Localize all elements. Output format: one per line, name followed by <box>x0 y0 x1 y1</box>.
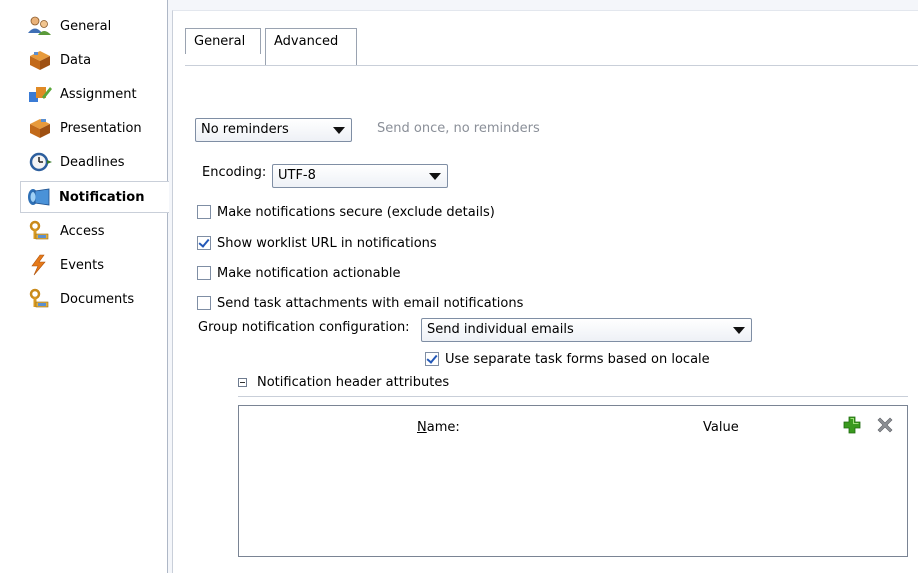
collapse-icon[interactable] <box>238 377 247 387</box>
sidebar-item-presentation[interactable]: Presentation <box>22 112 168 144</box>
sidebar-item-label: Documents <box>60 291 135 307</box>
presentation-cube-icon <box>30 119 50 138</box>
notification-speaker-icon <box>28 188 50 206</box>
sidebar-item-label: Deadlines <box>60 154 125 170</box>
sidebar-item-label: Notification <box>59 189 145 205</box>
option-label: Make notifications secure (exclude detai… <box>217 204 495 220</box>
encoding-selected: UTF-8 <box>278 168 316 183</box>
sidebar-item-label: Presentation <box>60 120 142 136</box>
column-header-name-rest: ame: <box>426 420 460 435</box>
option-show-worklist-url[interactable]: Show worklist URL in notifications <box>197 234 437 252</box>
sidebar-item-deadlines[interactable]: Deadlines <box>22 146 168 178</box>
section-divider <box>238 396 908 397</box>
option-label: Send task attachments with email notific… <box>217 295 524 311</box>
group-config-label: Group notification configuration: <box>198 320 410 335</box>
option-secure-notifications[interactable]: Make notifications secure (exclude detai… <box>197 203 495 221</box>
checkbox[interactable] <box>197 296 211 310</box>
tab-strip-divider <box>185 65 918 66</box>
chevron-down-icon <box>733 327 745 334</box>
sidebar-item-label: Assignment <box>60 86 137 102</box>
sidebar-item-data[interactable]: Data <box>22 44 168 76</box>
section-title: Notification header attributes <box>257 374 450 390</box>
tab-advanced[interactable]: Advanced <box>265 28 357 65</box>
header-attributes-table: Name: Value <box>238 405 908 557</box>
option-actionable[interactable]: Make notification actionable <box>197 264 400 282</box>
delete-icon[interactable] <box>877 417 893 433</box>
clock-icon <box>29 152 52 172</box>
option-send-attachments[interactable]: Send task attachments with email notific… <box>197 294 523 312</box>
sidebar-item-label: General <box>60 18 112 34</box>
sidebar-item-assignment[interactable]: Assignment <box>22 78 168 110</box>
reminders-selected: No reminders <box>201 122 289 137</box>
sidebar-item-label: Events <box>60 257 105 273</box>
data-cube-icon <box>30 51 50 70</box>
column-header-value: Value <box>703 420 739 435</box>
sidebar-item-events[interactable]: Events <box>22 249 168 281</box>
option-label: Show worklist URL in notifications <box>217 235 437 251</box>
reminders-dropdown[interactable]: No reminders <box>195 118 352 142</box>
encoding-dropdown[interactable]: UTF-8 <box>272 164 448 188</box>
lightning-icon <box>31 254 46 276</box>
navigation-sidebar: General Data Assignment Presentation Dea… <box>0 0 169 573</box>
key-icon <box>29 288 49 308</box>
sidebar-item-notification[interactable]: Notification <box>20 181 169 213</box>
group-config-selected: Send individual emails <box>427 322 574 337</box>
add-icon[interactable] <box>843 416 861 434</box>
reminders-hint: Send once, no reminders <box>377 121 540 136</box>
chevron-down-icon <box>333 127 345 134</box>
checkbox-checked[interactable] <box>425 352 439 366</box>
mnemonic-letter: N <box>417 420 427 435</box>
header-attributes-section: Notification header attributes <box>238 373 449 391</box>
column-header-name: Name: <box>417 420 460 435</box>
encoding-label: Encoding: <box>202 165 267 180</box>
assignment-icon <box>29 87 52 102</box>
sidebar-item-documents[interactable]: Documents <box>22 283 168 315</box>
sidebar-item-label: Access <box>60 223 105 239</box>
sidebar-item-general[interactable]: General <box>22 10 168 42</box>
key-icon <box>29 220 49 240</box>
user-group-icon <box>28 16 51 35</box>
option-label: Make notification actionable <box>217 265 401 281</box>
chevron-down-icon <box>429 173 441 180</box>
checkbox-checked[interactable] <box>197 236 211 250</box>
tab-general[interactable]: General <box>185 28 261 54</box>
sidebar-item-label: Data <box>60 52 92 68</box>
sidebar-item-access[interactable]: Access <box>22 215 168 247</box>
option-separate-task-forms[interactable]: Use separate task forms based on locale <box>425 350 710 368</box>
option-label: Use separate task forms based on locale <box>445 351 710 367</box>
group-config-dropdown[interactable]: Send individual emails <box>421 318 752 342</box>
checkbox[interactable] <box>197 205 211 219</box>
checkbox[interactable] <box>197 266 211 280</box>
